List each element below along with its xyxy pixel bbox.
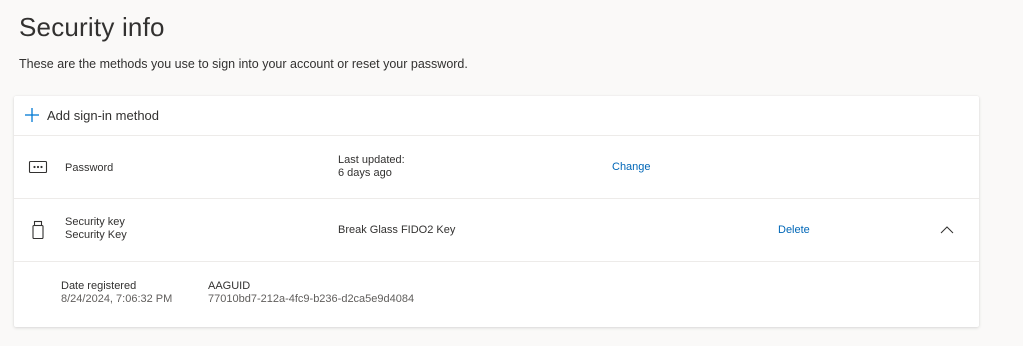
add-sign-in-method-label: Add sign-in method bbox=[47, 108, 160, 123]
password-last-updated: Last updated: 6 days ago bbox=[338, 154, 405, 180]
delete-security-key-link[interactable]: Delete bbox=[778, 224, 810, 236]
page-title: Security info bbox=[19, 12, 165, 42]
sign-in-methods-card: Add sign-in method Password Last updated… bbox=[14, 96, 979, 327]
password-dots-icon bbox=[28, 160, 48, 174]
last-updated-value: 6 days ago bbox=[338, 167, 392, 179]
page-subtitle: These are the methods you use to sign in… bbox=[19, 57, 468, 71]
date-registered: Date registered 8/24/2024, 7:06:32 PM bbox=[61, 280, 172, 306]
usb-security-key-icon bbox=[32, 220, 44, 240]
change-password-link[interactable]: Change bbox=[612, 161, 651, 173]
plus-icon bbox=[25, 108, 39, 122]
chevron-up-icon[interactable] bbox=[939, 222, 955, 238]
method-name-password: Password bbox=[65, 162, 114, 174]
date-registered-label: Date registered bbox=[61, 280, 137, 292]
security-key-name: Break Glass FIDO2 Key bbox=[338, 224, 456, 236]
last-updated-label: Last updated: bbox=[338, 154, 405, 166]
method-row-password: Password Last updated: 6 days ago Change bbox=[14, 136, 979, 199]
security-key-type: Security key bbox=[65, 216, 125, 228]
method-name-security-key: Security key Security Key bbox=[65, 216, 127, 242]
security-key-details-panel: Date registered 8/24/2024, 7:06:32 PM AA… bbox=[14, 262, 979, 327]
aaguid-label: AAGUID bbox=[208, 280, 251, 292]
aaguid-value: 77010bd7-212a-4fc9-b236-d2ca5e9d4084 bbox=[208, 293, 415, 305]
date-registered-value: 8/24/2024, 7:06:32 PM bbox=[61, 293, 173, 305]
method-row-security-key[interactable]: Security key Security Key Break Glass FI… bbox=[14, 199, 979, 262]
security-key-subtype: Security Key bbox=[65, 229, 127, 241]
aaguid: AAGUID 77010bd7-212a-4fc9-b236-d2ca5e9d4… bbox=[208, 280, 414, 306]
add-sign-in-method-button[interactable]: Add sign-in method bbox=[14, 96, 979, 136]
